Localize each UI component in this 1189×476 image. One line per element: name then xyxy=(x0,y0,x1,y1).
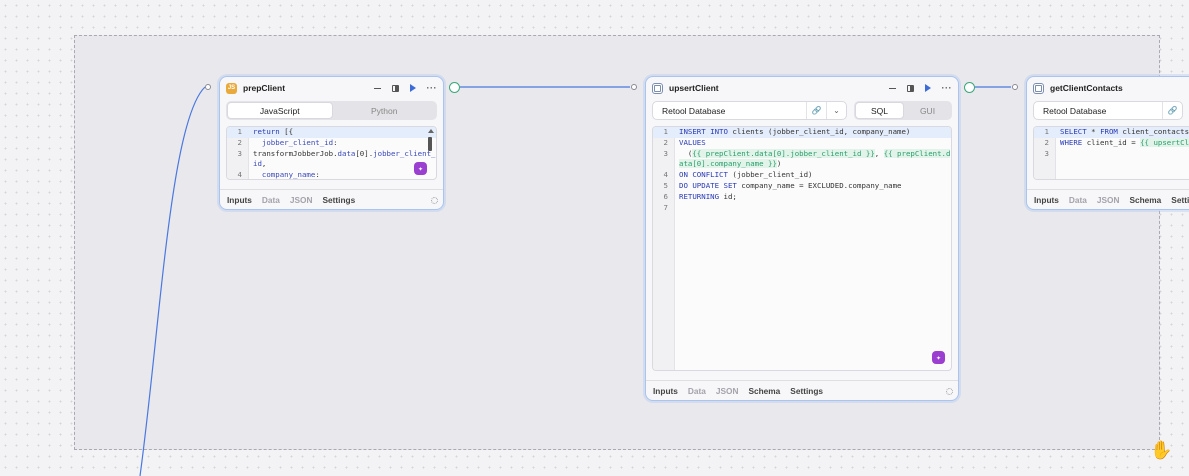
block-title[interactable]: getClientContacts xyxy=(1050,83,1189,93)
tab-python[interactable]: Python xyxy=(333,102,437,119)
ai-assist-icon[interactable]: ✦ xyxy=(414,162,427,175)
run-icon[interactable] xyxy=(409,84,416,92)
input-port[interactable] xyxy=(205,84,211,90)
resource-label: Retool Database xyxy=(662,105,726,116)
code-line: 5 DO UPDATE SET company_name = EXCLUDED.c… xyxy=(663,180,902,190)
tab-data[interactable]: Data xyxy=(262,195,280,205)
hand-cursor-icon: ✋ xyxy=(1150,440,1173,460)
tab-json[interactable]: JSON xyxy=(716,386,739,396)
block-footer-tabs: Inputs Data JSON Settings xyxy=(220,189,443,209)
block-getClientContacts[interactable]: getClientContacts Retool Database 🔗 1 SEL… xyxy=(1026,76,1189,210)
block-footer-tabs: Inputs Data JSON Schema Settings xyxy=(646,380,958,400)
wire-incoming-prepClient xyxy=(139,86,206,476)
code-line: 1 SELECT * FROM client_contacts xyxy=(1034,127,1189,138)
code-line: 7 xyxy=(663,202,668,212)
editor-scrollbar[interactable] xyxy=(428,129,434,179)
output-port[interactable] xyxy=(964,82,975,93)
code-line: 3 transformJobberJob.data[0].jobber_clien… xyxy=(237,148,436,169)
panel-icon[interactable] xyxy=(906,84,914,92)
tab-json[interactable]: JSON xyxy=(1097,195,1120,205)
language-toggle: JavaScript Python xyxy=(226,101,437,120)
tab-inputs[interactable]: Inputs xyxy=(227,195,252,205)
code-line: 2 jobber_client_id: xyxy=(237,137,338,147)
tab-schema[interactable]: Schema xyxy=(1129,195,1161,205)
panel-icon[interactable] xyxy=(391,84,399,92)
code-line: 1 INSERT INTO clients (jobber_client_id, … xyxy=(653,127,951,138)
link-icon[interactable]: 🔗 xyxy=(806,102,826,119)
code-editor[interactable]: 1 return [{ 2 jobber_client_id: 3 transfor… xyxy=(226,126,437,180)
tab-data[interactable]: Data xyxy=(1069,195,1087,205)
tab-inputs[interactable]: Inputs xyxy=(1034,195,1059,205)
block-prepClient[interactable]: JS prepClient ··· JavaScript Python 1 ret… xyxy=(219,76,444,210)
scroll-up-icon[interactable] xyxy=(428,129,434,133)
code-line: 6 RETURNING id; xyxy=(663,191,737,201)
ai-assist-icon[interactable]: ✦ xyxy=(932,351,945,364)
input-port[interactable] xyxy=(631,84,637,90)
connection-wires xyxy=(139,86,1011,476)
input-port[interactable] xyxy=(1012,84,1018,90)
js-icon: JS xyxy=(226,82,237,94)
resource-select[interactable]: Retool Database 🔗 xyxy=(1033,101,1183,120)
minimize-icon[interactable] xyxy=(888,87,896,89)
block-title[interactable]: prepClient xyxy=(243,83,374,93)
block-header[interactable]: upsertClient ··· xyxy=(646,77,958,99)
resource-label: Retool Database xyxy=(1043,105,1107,116)
tab-sql[interactable]: SQL xyxy=(855,102,904,119)
block-upsertClient[interactable]: upsertClient ··· Retool Database 🔗 ⌄ SQL… xyxy=(645,76,959,401)
tab-inputs[interactable]: Inputs xyxy=(653,386,678,396)
code-line: 2 WHERE client_id = {{ upsertCl xyxy=(1044,137,1189,147)
resize-handle[interactable] xyxy=(946,388,953,395)
code-line: 3 ({{ prepClient.data[0].jobber_client_i… xyxy=(663,148,951,169)
code-line: 4 ON CONFLICT (jobber_client_id) xyxy=(663,170,813,180)
tab-data[interactable]: Data xyxy=(688,386,706,396)
tab-json[interactable]: JSON xyxy=(290,195,313,205)
link-icon[interactable]: 🔗 xyxy=(1162,102,1182,119)
database-icon xyxy=(652,82,663,94)
output-port[interactable] xyxy=(449,82,460,93)
tab-javascript[interactable]: JavaScript xyxy=(227,102,333,119)
tab-settings[interactable]: Settings xyxy=(322,195,355,205)
resource-select[interactable]: Retool Database 🔗 ⌄ xyxy=(652,101,847,120)
chevron-down-icon[interactable]: ⌄ xyxy=(826,102,846,119)
block-header[interactable]: getClientContacts xyxy=(1027,77,1189,99)
resize-handle[interactable] xyxy=(431,197,438,204)
more-icon[interactable]: ··· xyxy=(427,84,438,93)
database-icon xyxy=(1033,82,1044,94)
block-footer-tabs: Inputs Data JSON Schema Settin xyxy=(1027,189,1189,209)
block-header[interactable]: JS prepClient ··· xyxy=(220,77,443,99)
block-title[interactable]: upsertClient xyxy=(669,83,889,93)
tab-settings[interactable]: Settin xyxy=(1171,195,1189,205)
query-mode-toggle: SQL GUI xyxy=(854,101,952,120)
code-editor[interactable]: 1 SELECT * FROM client_contacts 2 WHERE cl… xyxy=(1033,126,1189,180)
code-line: 3 xyxy=(1044,148,1049,158)
tab-schema[interactable]: Schema xyxy=(748,386,780,396)
code-editor[interactable]: 1 INSERT INTO clients (jobber_client_id, … xyxy=(652,126,952,371)
tab-settings[interactable]: Settings xyxy=(790,386,823,396)
run-icon[interactable] xyxy=(924,84,931,92)
code-line: 1 return [{ xyxy=(227,127,436,138)
more-icon[interactable]: ··· xyxy=(942,84,953,93)
code-line: 4 company_name: xyxy=(237,170,320,180)
tab-gui[interactable]: GUI xyxy=(904,102,951,119)
code-line: 2 VALUES xyxy=(663,137,706,147)
minimize-icon[interactable] xyxy=(373,87,381,89)
